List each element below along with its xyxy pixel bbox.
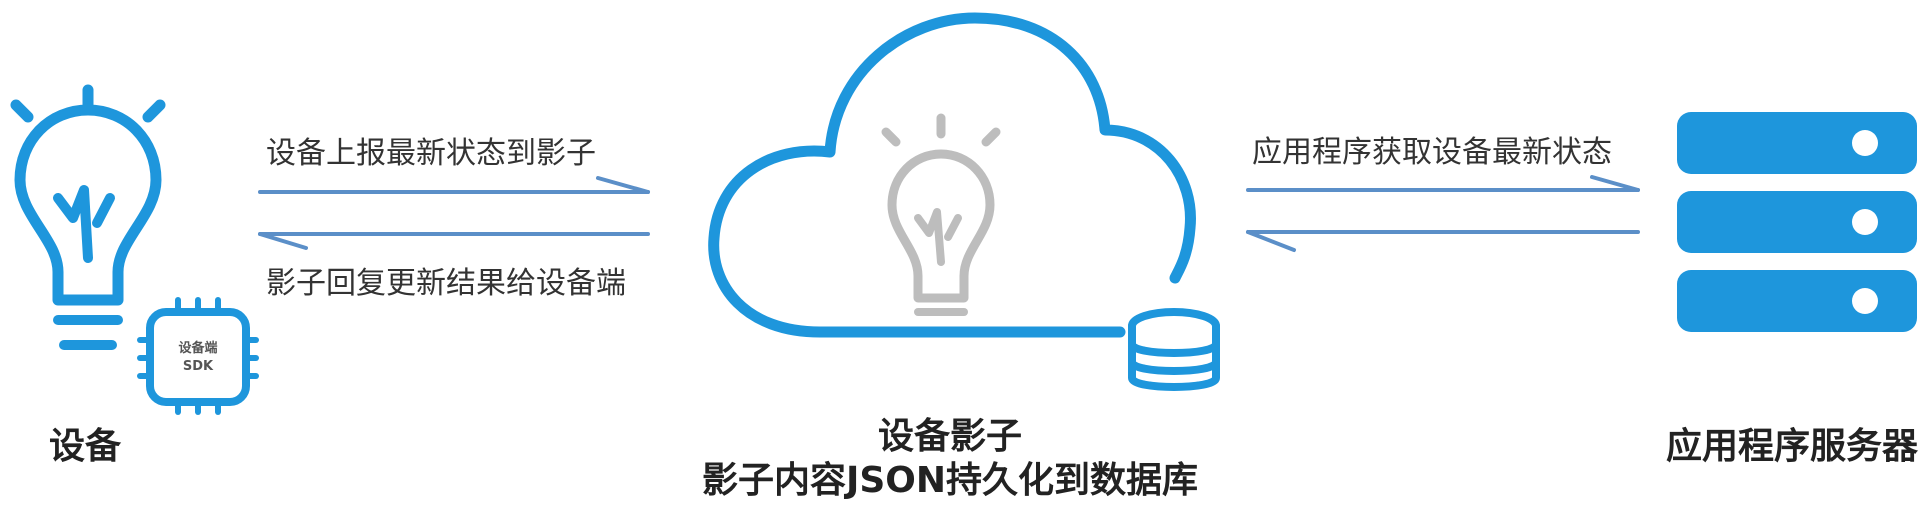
server-stack-icon [1677, 112, 1917, 332]
chip-icon: 设备端 SDK [137, 297, 259, 415]
device-label: 设备 [49, 426, 122, 467]
shadow-sublabel: 影子内容JSON持久化到数据库 [702, 460, 1198, 501]
database-icon [1128, 308, 1220, 391]
server-label: 应用程序服务器 [1666, 426, 1919, 467]
arrow-label-shadow-to-device: 影子回复更新结果给设备端 [266, 266, 626, 301]
chip-label-line2: SDK [183, 359, 214, 374]
arrow-shadow-to-server [1246, 175, 1640, 192]
shadow-label: 设备影子 [878, 416, 1022, 457]
chip-label-line1: 设备端 [178, 340, 217, 356]
arrow-device-to-shadow [258, 176, 650, 194]
arrow-label-device-to-shadow: 设备上报最新状态到影子 [266, 136, 596, 171]
cloud-icon [708, 12, 1196, 338]
shadow-lightbulb-icon [881, 113, 1001, 316]
arrow-label-server-from-shadow: 应用程序获取设备最新状态 [1252, 135, 1612, 170]
device-shadow-diagram: 设备端 SDK 设备 设备上报最新状态到影子 影子回复更新结果给设备端 设备影子… [10, 12, 1919, 501]
arrow-shadow-to-device [258, 232, 650, 250]
device-lightbulb-icon [10, 84, 166, 350]
arrow-server-to-shadow [1246, 230, 1640, 252]
